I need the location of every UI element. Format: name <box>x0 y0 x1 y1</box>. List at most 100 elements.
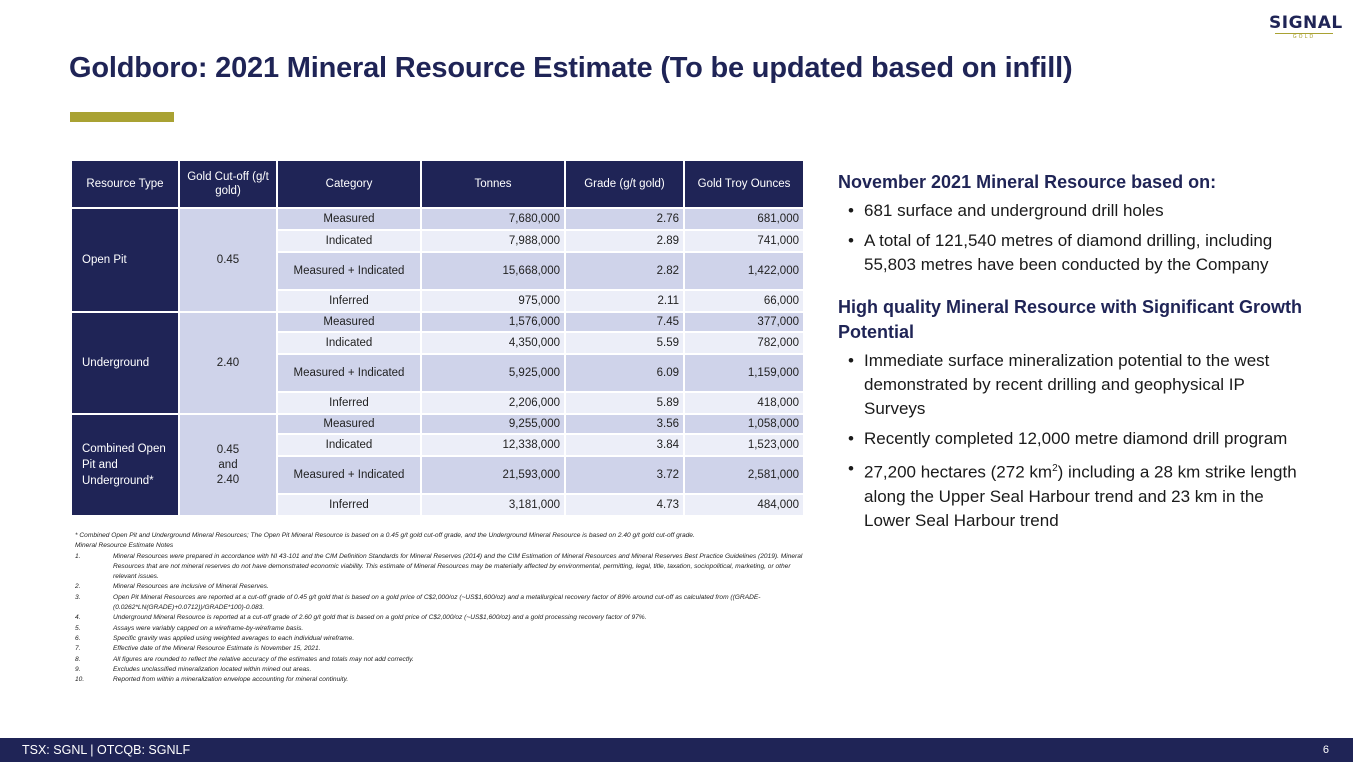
tonnes-cell: 5,925,000 <box>420 353 566 393</box>
ounces-cell: 418,000 <box>683 391 805 415</box>
category-cell: Indicated <box>276 433 422 457</box>
tonnes-cell: 1,576,000 <box>420 311 566 333</box>
grade-cell: 3.84 <box>564 433 685 457</box>
table-row: Open Pit 0.45 Measured 7,680,000 2.76 68… <box>70 207 805 313</box>
category-cell: Measured <box>276 207 422 231</box>
note-item: 6. Specific gravity was applied using wei… <box>75 634 805 644</box>
note-item: 1. Mineral Resources were prepared in acc… <box>75 552 805 583</box>
grade-cell: 2.76 <box>564 207 685 231</box>
table-row: Underground 2.40 Measured 1,576,000 7.45… <box>70 311 805 415</box>
category-cell: Measured <box>276 413 422 435</box>
resource-type-cell: Underground <box>70 311 180 415</box>
note-number: 2. <box>75 583 81 591</box>
category-cell: Measured <box>276 311 422 333</box>
note-text: Effective date of the Mineral Resource E… <box>113 645 321 653</box>
grade-cell: 3.72 <box>564 455 685 495</box>
ounces-cell: 66,000 <box>683 289 805 313</box>
list-item: • 681 surface and underground drill holes <box>838 199 1308 223</box>
header-tonnes: Tonnes <box>420 159 566 209</box>
tonnes-cell: 7,680,000 <box>420 207 566 231</box>
bullet-text: Immediate surface mineralization potenti… <box>864 351 1270 418</box>
note-text: All figures are rounded to reflect the r… <box>113 655 414 663</box>
grade-cell: 7.45 <box>564 311 685 333</box>
list-item: • Immediate surface mineralization potent… <box>838 349 1308 421</box>
title-accent-bar <box>70 112 174 122</box>
list-item: • 27,200 hectares (272 km2) including a 2… <box>838 457 1308 533</box>
note-number: 4. <box>75 614 81 622</box>
note-item: 8. All figures are rounded to reflect the… <box>75 655 805 665</box>
note-item: 10. Reported from within a mineralization… <box>75 675 805 685</box>
tonnes-cell: 21,593,000 <box>420 455 566 495</box>
note-item: 9. Excludes unclassified mineralization l… <box>75 665 805 675</box>
bullet-text: A total of 121,540 metres of diamond dri… <box>864 231 1273 274</box>
ounces-cell: 1,058,000 <box>683 413 805 435</box>
ounces-cell: 741,000 <box>683 229 805 253</box>
list-item: • Recently completed 12,000 metre diamond… <box>838 427 1308 451</box>
slide-title: Goldboro: 2021 Mineral Resource Estimate… <box>69 52 1073 84</box>
grade-cell: 2.11 <box>564 289 685 313</box>
ounces-cell: 1,159,000 <box>683 353 805 393</box>
note-number: 8. <box>75 655 81 663</box>
note-item: 5. Assays were variably capped on a wiref… <box>75 624 805 634</box>
category-cell: Indicated <box>276 331 422 355</box>
bullet-icon: • <box>848 459 854 478</box>
header-grade: Grade (g/t gold) <box>564 159 685 209</box>
cutoff-cell: 0.45 <box>178 207 278 313</box>
tonnes-cell: 2,206,000 <box>420 391 566 415</box>
note-number: 10. <box>75 676 85 684</box>
signal-gold-logo: SIGNAL GOLD <box>1269 13 1343 40</box>
grade-cell: 5.59 <box>564 331 685 355</box>
note-text: Mineral Resources are inclusive of Miner… <box>113 583 269 591</box>
logo-wordmark: SIGNAL <box>1269 13 1343 33</box>
note-item: 2. Mineral Resources are inclusive of Min… <box>75 582 805 592</box>
category-cell: Inferred <box>276 493 422 517</box>
bullet-icon: • <box>848 231 854 250</box>
cutoff-value: 0.45 and 2.40 <box>216 443 240 486</box>
note-item: 3. Open Pit Mineral Resources are reporte… <box>75 593 805 614</box>
page-number: 6 <box>1322 744 1329 756</box>
bullet-text: Recently completed 12,000 metre diamond … <box>864 429 1288 448</box>
list-item: • A total of 121,540 metres of diamond dr… <box>838 229 1308 277</box>
grade-cell: 5.89 <box>564 391 685 415</box>
tonnes-cell: 975,000 <box>420 289 566 313</box>
grade-cell: 3.56 <box>564 413 685 435</box>
resource-summary-panel: November 2021 Mineral Resource based on:… <box>838 170 1308 539</box>
resource-table: Resource Type Gold Cut-off (g/t gold) Ca… <box>70 159 805 517</box>
header-resource-type: Resource Type <box>70 159 180 209</box>
ounces-cell: 782,000 <box>683 331 805 355</box>
note-number: 9. <box>75 665 81 673</box>
header-gold-cutoff: Gold Cut-off (g/t gold) <box>178 159 278 209</box>
bullet-text-before: 27,200 hectares (272 km <box>864 462 1053 482</box>
note-number: 3. <box>75 593 81 601</box>
summary-heading-quality: High quality Mineral Resource with Signi… <box>838 297 1303 342</box>
summary-heading-basis: November 2021 Mineral Resource based on: <box>838 172 1217 192</box>
grade-cell: 6.09 <box>564 353 685 393</box>
logo-subtext: GOLD <box>1275 33 1333 40</box>
ticker-symbols: TSX: SGNL | OTCQB: SGNLF <box>22 743 191 757</box>
header-category: Category <box>276 159 422 209</box>
note-text: Excludes unclassified mineralization loc… <box>113 665 312 673</box>
grade-cell: 2.89 <box>564 229 685 253</box>
category-cell: Inferred <box>276 289 422 313</box>
ounces-cell: 484,000 <box>683 493 805 517</box>
notes-heading: Mineral Resource Estimate Notes <box>75 542 174 550</box>
ounces-cell: 681,000 <box>683 207 805 231</box>
category-cell: Measured + Indicated <box>276 251 422 291</box>
category-cell: Measured + Indicated <box>276 455 422 495</box>
note-number: 1. <box>75 552 81 560</box>
category-cell: Indicated <box>276 229 422 253</box>
ounces-cell: 377,000 <box>683 311 805 333</box>
note-item: 4. Underground Mineral Resource is report… <box>75 613 805 623</box>
footer-bar: TSX: SGNL | OTCQB: SGNLF 6 <box>0 738 1353 762</box>
resource-type-cell: Open Pit <box>70 207 180 313</box>
table-row: Combined Open Pit and Underground* 0.45 … <box>70 413 805 517</box>
note-number: 7. <box>75 645 81 653</box>
header-gold-ounces: Gold Troy Ounces <box>683 159 805 209</box>
note-text: Underground Mineral Resource is reported… <box>113 614 647 622</box>
note-number: 6. <box>75 634 81 642</box>
table-notes: * Combined Open Pit and Underground Mine… <box>75 531 805 685</box>
category-cell: Measured + Indicated <box>276 353 422 393</box>
grade-cell: 4.73 <box>564 493 685 517</box>
tonnes-cell: 15,668,000 <box>420 251 566 291</box>
bullet-icon: • <box>848 351 854 370</box>
